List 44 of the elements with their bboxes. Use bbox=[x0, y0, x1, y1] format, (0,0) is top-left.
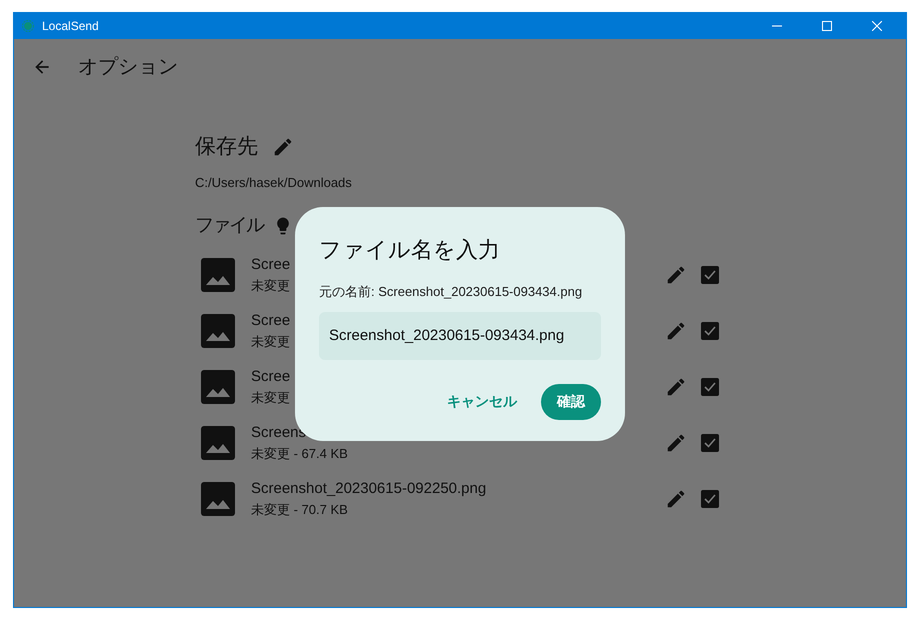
checkbox[interactable] bbox=[701, 490, 719, 508]
file-info: 未変更 bbox=[251, 389, 290, 407]
image-icon bbox=[200, 480, 236, 516]
folder-path: C:/Users/hasek/Downloads bbox=[195, 174, 353, 192]
file-info: 未変更 - 67.4 KB bbox=[251, 445, 348, 463]
image-icon bbox=[200, 312, 236, 348]
file-name-input[interactable]: Screenshot_20230615-093434.png bbox=[319, 312, 601, 360]
checkbox[interactable] bbox=[701, 378, 719, 396]
image-icon bbox=[200, 368, 236, 404]
file-name: Screenshot_20230615-092250.png bbox=[251, 478, 486, 498]
pencil-icon[interactable] bbox=[665, 320, 687, 342]
pencil-icon[interactable] bbox=[665, 376, 687, 398]
file-info: 未変更 bbox=[251, 333, 290, 351]
cancel-button[interactable]: キャンセル bbox=[447, 384, 517, 420]
checkbox[interactable] bbox=[701, 322, 719, 340]
checkbox[interactable] bbox=[701, 434, 719, 452]
pencil-icon[interactable] bbox=[272, 136, 294, 158]
section-heading: ファイル bbox=[195, 214, 263, 238]
checkmark-icon bbox=[704, 494, 716, 504]
file-name: Screens bbox=[251, 422, 306, 442]
file-name: Scree bbox=[251, 310, 290, 330]
pencil-icon[interactable] bbox=[665, 264, 687, 286]
image-icon bbox=[200, 256, 236, 292]
pencil-icon[interactable] bbox=[665, 432, 687, 454]
checkbox[interactable] bbox=[701, 266, 719, 284]
dialog-title: ファイル名を入力 bbox=[319, 236, 501, 264]
original-name: 元の名前: Screenshot_20230615-093434.png bbox=[319, 283, 584, 301]
file-name: Scree bbox=[251, 254, 290, 274]
maximize-icon[interactable] bbox=[822, 21, 832, 31]
confirm-button[interactable]: 確認 bbox=[541, 384, 601, 420]
image-icon bbox=[200, 424, 236, 460]
checkmark-icon bbox=[704, 326, 716, 336]
pencil-icon[interactable] bbox=[665, 488, 687, 510]
page-title: オプション bbox=[78, 55, 178, 80]
file-name: Scree bbox=[251, 366, 290, 386]
close-icon[interactable] bbox=[872, 21, 882, 31]
checkmark-icon bbox=[704, 270, 716, 280]
window-title: LocalSend bbox=[42, 18, 99, 35]
checkmark-icon bbox=[704, 438, 716, 448]
file-info: 未変更 - 70.7 KB bbox=[251, 501, 348, 519]
app-logo-icon bbox=[22, 20, 34, 32]
section-heading: 保存先 bbox=[195, 134, 258, 160]
checkmark-icon bbox=[704, 382, 716, 392]
file-info: 未変更 bbox=[251, 277, 290, 295]
